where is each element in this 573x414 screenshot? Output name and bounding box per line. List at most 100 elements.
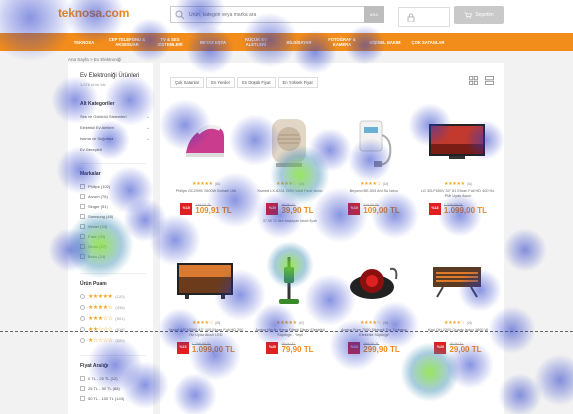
brand-filter[interactable]: Singer (51) <box>80 204 108 209</box>
brand-filter[interactable]: Arzum (76) <box>80 194 108 199</box>
rating-filter[interactable]: ★★★☆☆ (501) <box>80 315 125 322</box>
price-filter[interactable]: 0 TL - 25 TL (12) <box>80 376 118 381</box>
product-name[interactable]: Beyond BE-503 Ani Su Isıtıcı <box>336 189 412 194</box>
product-name[interactable]: Arnica Merlin Hepa Filtreli Dikey Elektr… <box>252 328 328 337</box>
chevron-down-icon: ⌄ <box>145 125 150 131</box>
checkbox[interactable] <box>80 396 85 401</box>
nav-item[interactable]: ÇOK SATANLAR <box>408 40 448 45</box>
rating-filter[interactable]: ★★★★★ (120) <box>80 293 125 300</box>
subcategory-link[interactable]: Ses ve Görüntü Sistemleri ⌄ <box>80 114 150 120</box>
discount-badge: %15 <box>176 342 189 354</box>
current-price: 39,90 TL <box>281 206 314 215</box>
price-row: %10 119,00 TL 109,00 TL <box>332 203 416 215</box>
nav-item[interactable]: KÜÇÜK EV ALETLERİ <box>236 37 276 47</box>
product-rating: ★★★★★ (41) <box>416 181 500 187</box>
rating-filter[interactable]: ★★★★☆ (436) <box>80 304 125 311</box>
product-name[interactable]: LG 32LF650V 32" 81 Ekran Full HD 400 Hz.… <box>420 189 496 198</box>
product-image[interactable] <box>342 111 404 173</box>
nav-item[interactable]: BEYAZ EŞYA <box>193 40 233 45</box>
radio-button[interactable] <box>80 316 85 321</box>
price-filter[interactable]: 25 TL - 50 TL (88) <box>80 386 120 391</box>
checkbox[interactable] <box>80 194 85 199</box>
checkbox[interactable] <box>80 234 85 239</box>
nav-item[interactable]: CEP TELEFONU & AKSESUAR <box>107 37 147 47</box>
product-image[interactable] <box>258 250 320 312</box>
breadcrumb[interactable]: Ana Sayfa > Ev Elektroniği <box>68 57 121 62</box>
nav-item[interactable]: TEKNOSA <box>64 40 104 45</box>
checkbox[interactable] <box>80 204 85 209</box>
product-image[interactable] <box>174 111 236 173</box>
brand-filter[interactable]: Beko (24) <box>80 254 105 259</box>
search-input[interactable] <box>186 11 364 18</box>
brand-filter[interactable]: Samsung (48) <box>80 214 113 219</box>
current-price: 29,00 TL <box>449 345 482 354</box>
product-image[interactable] <box>174 250 236 312</box>
product-card[interactable]: ★★★★★ (82) Philips GC2990/ 2600W Buharlı Ü… <box>164 111 248 236</box>
brand-filter[interactable]: Philips (102) <box>80 184 110 189</box>
subcategory-link[interactable]: Elektrikli Ev Aletleri ⌄ <box>80 125 150 131</box>
product-card[interactable]: ★★★★☆ (55) Kumtel LX-6331 2000 Watt Fanlı … <box>248 111 332 236</box>
fold-line <box>0 331 573 332</box>
nav-item[interactable]: BİLGİSAYAR <box>279 40 319 45</box>
cart-button[interactable]: Sepetim <box>454 6 504 24</box>
sort-option[interactable]: Çok Satanlar <box>170 77 205 88</box>
rating-count: (501) <box>115 316 125 321</box>
checkbox[interactable] <box>80 224 85 229</box>
product-rating: ★★★★☆ (18) <box>332 181 416 187</box>
checkbox[interactable] <box>80 184 85 189</box>
checkbox[interactable] <box>80 376 85 381</box>
product-card[interactable]: ★★★★☆ (18) Beyond BE-503 Ani Su Isıtıcı %10… <box>332 111 416 236</box>
chevron-down-icon: ⌄ <box>145 114 150 120</box>
product-card[interactable]: ★★★★★ (67) Arnica Merlin Hepa Filtreli Dik… <box>248 250 332 375</box>
star-rating: ★★★☆☆ <box>88 316 113 322</box>
nav-item[interactable]: KİŞİSEL BAKIM <box>365 40 405 45</box>
product-image[interactable] <box>426 111 488 173</box>
product-name[interactable]: Kumtel LX-6331 2000 Watt Fanlı Isıtıcı <box>252 189 328 194</box>
divider <box>80 163 146 164</box>
product-image[interactable] <box>342 250 404 312</box>
chevron-down-icon: ⌄ <box>145 136 150 142</box>
rating-filter[interactable]: ★☆☆☆☆ (520) <box>80 337 125 344</box>
brand-filter[interactable]: Sinbo (27) <box>80 244 106 249</box>
radio-button[interactable] <box>80 338 85 343</box>
product-name[interactable]: Philips GC2990/ 2600W Buharlı Ütü <box>168 189 244 194</box>
price-filter[interactable]: 50 TL - 100 TL (143) <box>80 396 124 401</box>
brand-filter[interactable]: Fakir (33) <box>80 234 105 239</box>
brand-filter[interactable]: Vestel (34) <box>80 224 107 229</box>
product-rating: ★★★★☆ (24) <box>416 320 500 326</box>
product-card[interactable]: ★★★★☆ (39) Arnica Pure 7000 Siklonik Toz T… <box>332 250 416 375</box>
sort-option[interactable]: En Düşük Fiyat <box>237 77 276 88</box>
product-image[interactable] <box>426 250 488 312</box>
product-card[interactable]: ★★★★☆ (24) Kiwi QH-2200 Quartz Isıtıcı 160… <box>416 250 500 375</box>
search-button[interactable]: ARA <box>364 6 384 23</box>
grid-view-icon[interactable] <box>469 76 478 85</box>
product-name[interactable]: Vestel 43FA5000 43" 109 Ekran Full HD 20… <box>168 328 244 337</box>
site-logo[interactable]: teknosa.com <box>58 6 129 20</box>
product-name[interactable]: Arnica Pure 7000 Siklonik Toz Torbasız E… <box>336 328 412 337</box>
radio-button[interactable] <box>80 294 85 299</box>
subcategories-heading: Alt Kategoriler <box>80 101 115 107</box>
brands-heading: Markalar <box>80 171 101 177</box>
price-row: %15 129,00 TL 109,91 TL <box>164 203 248 215</box>
list-view-icon[interactable] <box>485 76 494 85</box>
sort-option[interactable]: En Yeniler <box>206 77 236 88</box>
subcategory-link[interactable]: Isıtma ve Soğutma ⌄ <box>80 136 150 142</box>
product-card[interactable]: ★★★★☆ (28) Vestel 43FA5000 43" 109 Ekran F… <box>164 250 248 375</box>
subcategory-link[interactable]: Ev Gereçleri <box>80 147 150 152</box>
sort-option[interactable]: En Yüksek Fiyat <box>277 77 318 88</box>
price-block: 119,00 TL 109,00 TL <box>363 203 399 215</box>
product-image[interactable] <box>258 111 320 173</box>
price-block: 129,00 TL 109,91 TL <box>195 203 231 215</box>
product-card[interactable]: ★★★★★ (41) LG 32LF650V 32" 81 Ekran Full H… <box>416 111 500 236</box>
checkbox[interactable] <box>80 214 85 219</box>
checkbox[interactable] <box>80 386 85 391</box>
nav-item[interactable]: TV & SES SİSTEMLERİ <box>150 37 190 47</box>
nav-item[interactable]: FOTOĞRAF & KAMERA <box>322 37 362 47</box>
radio-button[interactable] <box>80 305 85 310</box>
account-button[interactable] <box>398 7 450 27</box>
checkbox[interactable] <box>80 254 85 259</box>
site-header: teknosa.com ARA Sepetim <box>0 0 573 33</box>
current-price: 79,90 TL <box>281 345 314 354</box>
checkbox[interactable] <box>80 244 85 249</box>
subcategory-label: Isıtma ve Soğutma <box>80 136 114 141</box>
